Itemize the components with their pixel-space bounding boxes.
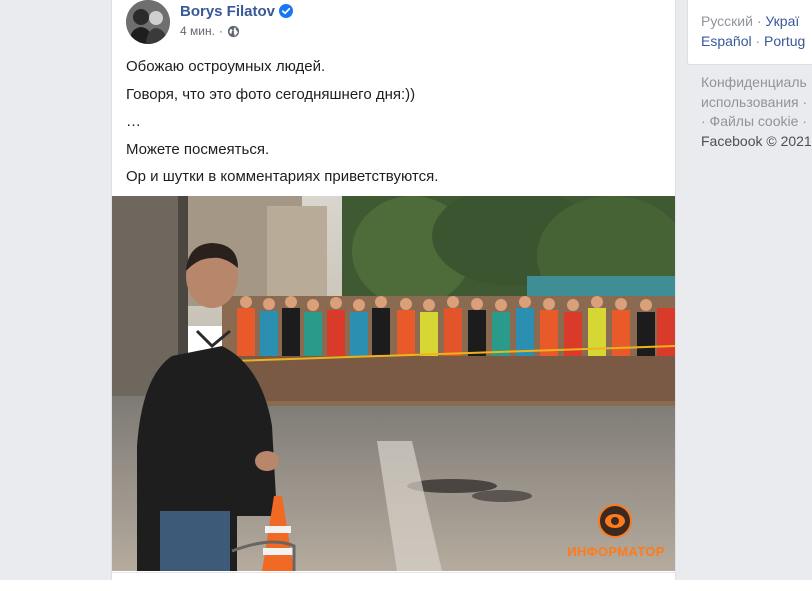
informator-eye-logo [598,504,632,538]
author-avatar[interactable] [126,0,170,44]
globe-icon[interactable] [227,25,240,38]
post-meta: 4 мин. · [180,24,240,38]
verified-badge-icon [279,4,294,18]
footer-link-privacy[interactable]: Конфиденциаль [701,73,812,93]
post-actions-hint [112,572,675,580]
footer-link-terms[interactable]: использования · [701,93,812,113]
footer-link-cookies[interactable]: · Файлы cookie · [701,112,812,132]
footer-copyright: Facebook © 2021 [701,132,812,149]
language-row-1: Русский · Украї [701,13,799,29]
post-card: Borys Filatov 4 мин. · Обожаю остроумных… [111,0,676,580]
meta-separator: · [218,24,223,38]
language-box: Русский · Украї Español · Portug [687,0,812,65]
current-language: Русский [701,13,753,29]
post-text-line: Можете посмеяться. [126,140,270,158]
language-link[interactable]: Украї [765,13,799,29]
post-text-line: Ор и шутки в комментариях приветствуются… [126,168,439,185]
post-text-line: … [126,113,141,130]
post-text-line: Обожаю остроумных людей. [126,58,326,75]
post-photo[interactable]: ИНФОРМАТОР [112,196,675,571]
language-separator: · [755,33,761,49]
watermark-text: ИНФОРМАТОР [567,544,665,559]
post-text: Обожаю остроумных людей. Говоря, что это… [126,53,666,191]
bottom-bar [0,580,812,591]
post-text-line: Говоря, что это фото сегодняшнего дня:)) [126,85,416,103]
page: Borys Filatov 4 мин. · Обожаю остроумных… [0,0,812,591]
author-name-text[interactable]: Borys Filatov [180,3,275,20]
post-timestamp[interactable]: 4 мин. [180,24,215,38]
language-row-2: Español · Portug [701,33,805,49]
language-separator: · [756,13,762,29]
watermark: ИНФОРМАТОР [566,504,666,564]
language-link[interactable]: Portug [764,33,805,49]
footer-links: Конфиденциаль использования · · Файлы co… [701,73,812,151]
author-name[interactable]: Borys Filatov [180,2,294,20]
language-link[interactable]: Español [701,33,752,49]
